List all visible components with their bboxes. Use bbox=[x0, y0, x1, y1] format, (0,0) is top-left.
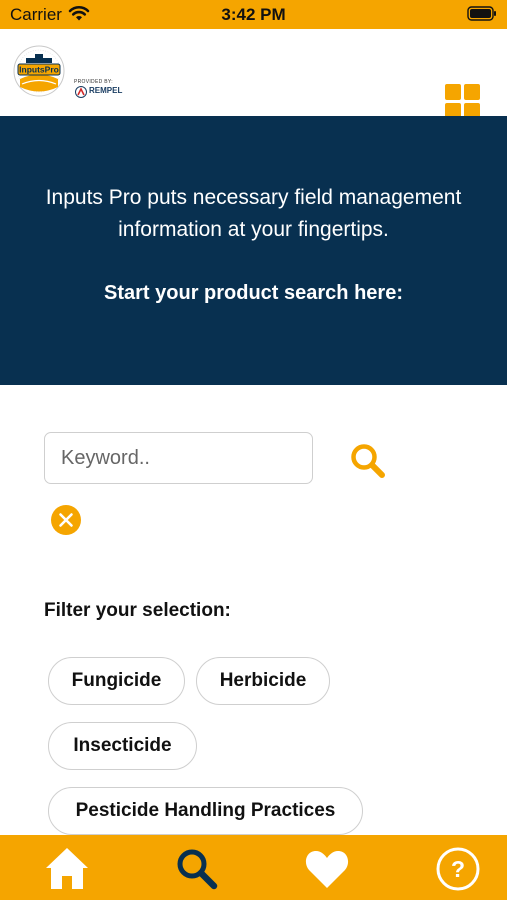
logo-text: InputsPro bbox=[19, 65, 59, 75]
bottom-tab-bar: ? bbox=[0, 835, 507, 900]
grid-menu-button[interactable] bbox=[445, 84, 481, 120]
filter-chip-fungicide[interactable]: Fungicide bbox=[48, 657, 185, 705]
hero-cta: Start your product search here: bbox=[104, 282, 403, 304]
filter-heading: Filter your selection: bbox=[44, 600, 231, 621]
heart-icon[interactable] bbox=[304, 846, 350, 892]
battery-icon bbox=[467, 6, 496, 21]
help-icon[interactable]: ? bbox=[435, 846, 481, 892]
svg-text:?: ? bbox=[451, 856, 465, 882]
filter-chip-pesticide-handling[interactable]: Pesticide Handling Practices bbox=[48, 787, 363, 835]
home-icon[interactable] bbox=[44, 846, 90, 892]
grid-icon bbox=[445, 84, 461, 100]
app-header: InputsPro PROVIDED BY: REMPEL bbox=[0, 29, 507, 119]
filter-chip-herbicide[interactable]: Herbicide bbox=[196, 657, 330, 705]
rempel-logo-icon bbox=[75, 86, 87, 98]
clear-search-button[interactable] bbox=[50, 504, 82, 536]
search-button[interactable] bbox=[348, 441, 388, 481]
provided-by-label: PROVIDED BY: bbox=[74, 79, 113, 85]
search-tab-icon[interactable] bbox=[174, 846, 220, 892]
partner-name: REMPEL bbox=[89, 86, 123, 95]
status-bar: Carrier 3:42 PM bbox=[0, 0, 507, 29]
keyword-search-input[interactable] bbox=[44, 432, 313, 484]
filter-chip-insecticide[interactable]: Insecticide bbox=[48, 722, 197, 770]
hero-banner: Inputs Pro puts necessary field manageme… bbox=[0, 116, 507, 385]
hero-description: Inputs Pro puts necessary field manageme… bbox=[45, 186, 462, 241]
clock: 3:42 PM bbox=[221, 5, 286, 24]
inputs-pro-logo: InputsPro bbox=[13, 45, 65, 97]
